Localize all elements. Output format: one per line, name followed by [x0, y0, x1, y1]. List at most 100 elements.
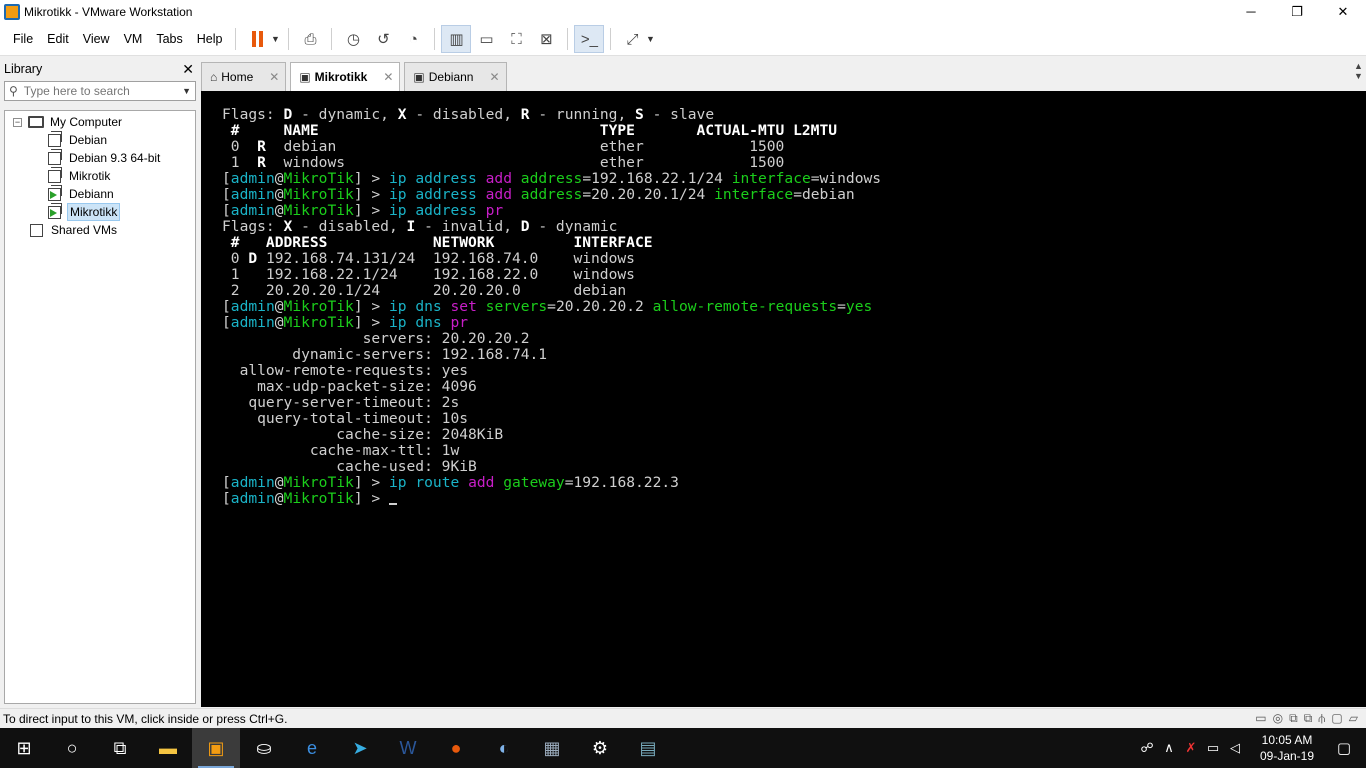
chevron-down-icon[interactable]: ▼: [182, 86, 191, 96]
edge-icon[interactable]: e: [288, 728, 336, 768]
cortana-icon[interactable]: ○: [48, 728, 96, 768]
control-panel-icon[interactable]: ▤: [624, 728, 672, 768]
terminal-text: [: [222, 202, 231, 219]
tree-item-label: Debiann: [69, 187, 114, 201]
tree-item-debian[interactable]: Debian: [5, 130, 195, 149]
telegram-icon[interactable]: ➤: [336, 728, 384, 768]
tree-item-label: Debian: [69, 133, 108, 147]
terminal-line: cache-used: 9KiB: [222, 459, 881, 475]
tab-close-icon[interactable]: ✕: [383, 70, 393, 84]
people-icon[interactable]: ☍: [1136, 740, 1158, 756]
terminal-text: ] >: [353, 186, 389, 203]
network-adapter-icon[interactable]: ⧉: [1289, 711, 1298, 726]
windows-taskbar: ⊞ ○ ⧉ ▬ ▣ ⛀ e ➤ W ● ◐ ▦ ⚙ ▤ ☍ ∧ ✗ ▭ ◁ 10…: [0, 728, 1366, 768]
tab-close-icon[interactable]: ✕: [269, 70, 279, 84]
store-icon[interactable]: ⛀: [240, 728, 288, 768]
tree-item-mikrotik[interactable]: Mikrotik: [5, 166, 195, 185]
hard-disk-icon[interactable]: ▭: [1255, 711, 1266, 726]
tab-home[interactable]: ⌂ Home ✕: [201, 62, 287, 91]
toolbar-separator: [235, 28, 237, 50]
remote-desktop-icon[interactable]: ▦: [528, 728, 576, 768]
terminal-text: =windows: [810, 170, 882, 187]
menu-view[interactable]: View: [76, 23, 117, 56]
show-hidden-icons-icon[interactable]: ∧: [1158, 740, 1180, 756]
cd-dvd-icon[interactable]: ◎: [1273, 711, 1283, 726]
tab-debiann[interactable]: ▣ Debiann ✕: [404, 62, 507, 91]
winbox-icon[interactable]: ◐: [480, 728, 528, 768]
stretch-dropdown-icon[interactable]: ▼: [643, 34, 657, 44]
home-icon: ⌂: [210, 70, 218, 84]
menu-help[interactable]: Help: [190, 23, 230, 56]
terminal-text: address: [520, 170, 583, 187]
library-close-icon[interactable]: ✕: [182, 61, 194, 78]
tab-label: Mikrotikk: [314, 70, 368, 84]
terminal-text: query-server-timeout: 2s: [222, 394, 460, 411]
library-header: Library ✕: [0, 57, 200, 81]
terminal-text: gateway: [503, 474, 565, 491]
word-icon[interactable]: W: [384, 728, 432, 768]
terminal-text: interface: [731, 170, 811, 187]
terminal-text: MikroTik: [283, 298, 354, 315]
battery-icon[interactable]: ▭: [1202, 740, 1224, 756]
show-library-icon[interactable]: ▥: [441, 25, 472, 53]
library-search[interactable]: ⚲ ▼: [4, 81, 196, 101]
firefox-icon[interactable]: ●: [432, 728, 480, 768]
display-icon[interactable]: ▢: [1331, 711, 1342, 726]
close-button[interactable]: ✕: [1320, 0, 1366, 23]
tab-mikrotikk[interactable]: ▣ Mikrotikk ✕: [290, 62, 401, 91]
power-dropdown-icon[interactable]: ▼: [268, 34, 282, 44]
clock[interactable]: 10:05 AM 09-Jan-19: [1252, 732, 1322, 764]
snapshot-icon[interactable]: ◷: [338, 25, 368, 53]
terminal-text: ip dns: [388, 298, 451, 315]
console-view-icon[interactable]: >_: [574, 25, 605, 53]
menu-edit[interactable]: Edit: [40, 23, 76, 56]
collapse-icon[interactable]: −: [13, 117, 22, 127]
send-ctrl-alt-del-icon[interactable]: ⎙: [295, 25, 325, 53]
snapshot-manager-icon[interactable]: ◔: [398, 25, 428, 53]
volume-mute-icon[interactable]: ◁: [1224, 740, 1246, 756]
terminal-text: ip address: [388, 186, 486, 203]
terminal-text: @: [274, 490, 284, 507]
terminal-line: # NAME TYPE ACTUAL-MTU L2MTU: [222, 123, 881, 139]
tree-item-debiann[interactable]: Debiann: [5, 184, 195, 203]
unity-icon[interactable]: ⊠: [531, 25, 561, 53]
terminal-text: 1 192.168.22.1/24 192.168.22.0 windows: [222, 266, 635, 283]
revert-snapshot-icon[interactable]: ↺: [368, 25, 398, 53]
tree-item-debian-9-3[interactable]: Debian 9.3 64-bit: [5, 148, 195, 167]
menu-file[interactable]: File: [6, 23, 40, 56]
message-log-icon[interactable]: ▱: [1349, 711, 1358, 726]
start-button[interactable]: ⊞: [0, 728, 48, 768]
file-explorer-icon[interactable]: ▬: [144, 728, 192, 768]
full-screen-icon[interactable]: ⛶: [501, 25, 531, 53]
terminal-text: =20.20.20.2: [547, 298, 653, 315]
vmware-taskbar-icon[interactable]: ▣: [192, 728, 240, 768]
menu-vm[interactable]: VM: [117, 23, 150, 56]
terminal-line: dynamic-servers: 192.168.74.1: [222, 347, 881, 363]
network-adapter-2-icon[interactable]: ⧉: [1304, 711, 1313, 726]
tree-item-label: My Computer: [50, 115, 123, 129]
tree-item-my-computer[interactable]: − My Computer: [5, 113, 195, 131]
terminal-text: ip address: [388, 170, 486, 187]
tab-scroll-icon[interactable]: ▲ ▼: [1354, 61, 1364, 81]
usb-icon[interactable]: ⫛: [1318, 711, 1325, 726]
tree-item-shared-vms[interactable]: Shared VMs: [5, 221, 195, 239]
menu-tabs[interactable]: Tabs: [149, 23, 189, 56]
task-view-icon[interactable]: ⧉: [96, 728, 144, 768]
tree-item-mikrotikk[interactable]: Mikrotikk: [5, 202, 195, 221]
network-icon[interactable]: ✗: [1180, 740, 1202, 756]
thumbnail-bar-icon[interactable]: ▭: [471, 25, 501, 53]
menu-bar: File Edit View VM Tabs Help ▼ ⎙ ◷ ↺ ◔ ▥ …: [0, 23, 1366, 56]
tab-label: Debiann: [428, 70, 474, 84]
terminal-text: 1: [222, 154, 258, 171]
library-tree: − My Computer Debian Debian 9.3 64-bit M…: [4, 110, 196, 704]
minimize-button[interactable]: ─: [1228, 0, 1274, 23]
maximize-button[interactable]: ❐: [1274, 0, 1320, 23]
terminal-text: @: [274, 474, 284, 491]
terminal-line: [admin@MikroTik] > ip route add gateway=…: [222, 475, 881, 491]
tab-close-icon[interactable]: ✕: [489, 70, 499, 84]
settings-icon[interactable]: ⚙: [576, 728, 624, 768]
action-center-icon[interactable]: ▢: [1322, 739, 1366, 757]
terminal-text: allow-remote-requests: yes: [222, 362, 469, 379]
terminal-text: MikroTik: [283, 490, 354, 507]
search-input[interactable]: [23, 84, 183, 98]
